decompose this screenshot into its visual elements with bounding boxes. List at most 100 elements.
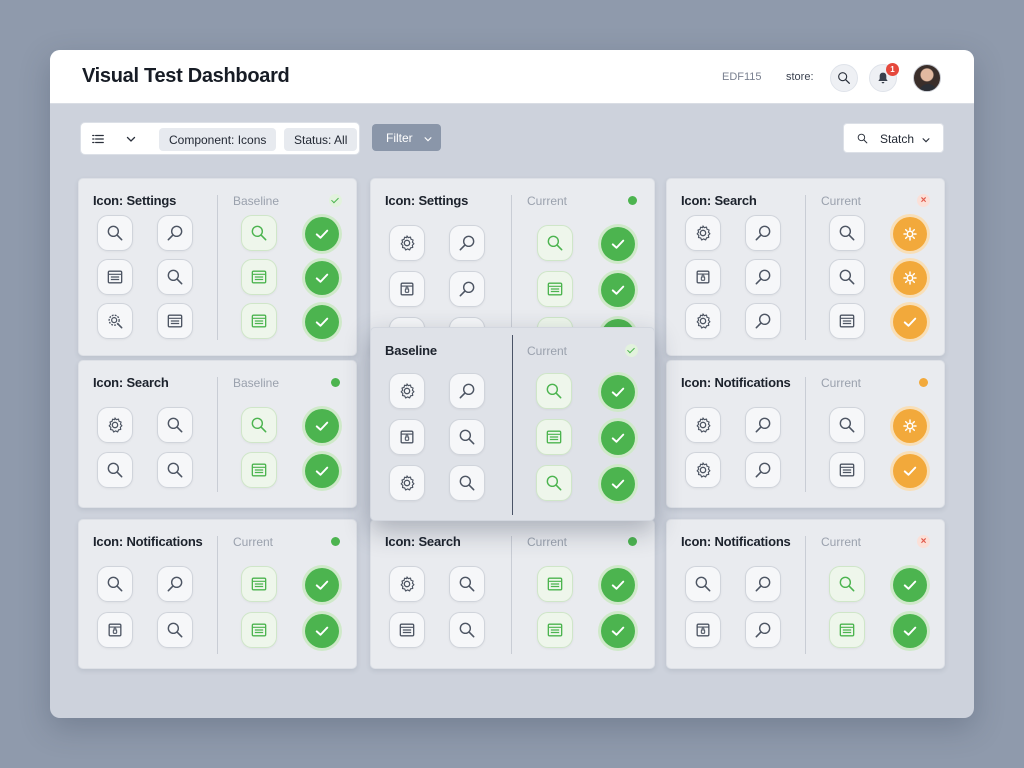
gear-search-icon[interactable] <box>97 303 133 339</box>
check-icon <box>305 261 339 295</box>
search-icon[interactable] <box>745 303 781 339</box>
comparison-card[interactable]: Icon: Search Baseline <box>78 360 357 508</box>
search-icon[interactable] <box>157 259 193 295</box>
search-icon[interactable] <box>97 215 133 251</box>
search-icon[interactable] <box>829 259 865 295</box>
search-icon[interactable] <box>829 215 865 251</box>
search-icon[interactable] <box>745 452 781 488</box>
window-icon[interactable] <box>829 303 865 339</box>
search-icon[interactable] <box>449 373 485 409</box>
component-filter-chip[interactable]: Component: Icons <box>159 128 277 151</box>
search-icon[interactable] <box>449 566 485 602</box>
lock-window-icon[interactable] <box>97 612 133 648</box>
comparison-card[interactable]: Icon: Settings Baseline <box>78 178 357 356</box>
search-icon[interactable] <box>829 407 865 443</box>
list-view-icon[interactable] <box>91 132 105 146</box>
avatar[interactable] <box>913 64 941 92</box>
notifications-button[interactable]: 1 <box>869 63 899 92</box>
card-title: Icon: Notifications <box>681 375 791 390</box>
search-icon[interactable] <box>536 465 572 501</box>
window-icon[interactable] <box>537 612 573 648</box>
comparison-detail-modal[interactable]: Baseline Current <box>370 327 655 521</box>
search-icon[interactable] <box>157 215 193 251</box>
comparison-card[interactable]: Icon: Notifications Current <box>78 519 357 669</box>
lock-window-icon[interactable] <box>685 259 721 295</box>
chevron-down-icon[interactable] <box>125 133 137 145</box>
window-icon[interactable] <box>537 271 573 307</box>
compare-label: Current <box>527 344 568 358</box>
divider <box>511 536 512 654</box>
check-icon <box>305 217 339 251</box>
search-icon[interactable] <box>745 215 781 251</box>
filter-toolbar: Component: Icons Status: All <box>80 122 360 155</box>
gear-icon[interactable] <box>389 373 425 409</box>
gear-icon[interactable] <box>685 215 721 251</box>
check-icon <box>893 614 927 648</box>
chevron-down-icon <box>424 137 432 142</box>
gear-icon[interactable] <box>685 452 721 488</box>
search-icon[interactable] <box>685 566 721 602</box>
window-icon[interactable] <box>829 612 865 648</box>
filter-button[interactable]: Filter <box>372 124 441 151</box>
search-icon[interactable] <box>449 225 485 261</box>
app-window: Visual Test Dashboard EDF115 store: 1 Co… <box>50 50 974 718</box>
header-search-button[interactable] <box>830 64 858 92</box>
search-icon[interactable] <box>537 225 573 261</box>
search-icon[interactable] <box>97 452 133 488</box>
window-icon[interactable] <box>389 612 425 648</box>
warning-sun-icon <box>893 409 927 443</box>
search-icon[interactable] <box>449 612 485 648</box>
search-icon[interactable] <box>745 612 781 648</box>
build-code: EDF115 <box>722 71 762 83</box>
window-icon[interactable] <box>536 419 572 455</box>
lock-window-icon[interactable] <box>685 612 721 648</box>
lock-window-icon[interactable] <box>389 419 425 455</box>
search-icon[interactable] <box>829 566 865 602</box>
gear-icon[interactable] <box>685 303 721 339</box>
search-icon[interactable] <box>745 566 781 602</box>
gear-icon[interactable] <box>389 465 425 501</box>
comparison-card[interactable]: Icon: Search Current <box>370 519 655 669</box>
lock-window-icon[interactable] <box>389 271 425 307</box>
search-dropdown[interactable]: Statch <box>843 123 944 153</box>
comparison-card[interactable]: Icon: Search Current × <box>666 178 945 356</box>
window-icon[interactable] <box>241 303 277 339</box>
search-icon[interactable] <box>157 612 193 648</box>
store-label: store: <box>786 71 814 83</box>
search-icon[interactable] <box>449 465 485 501</box>
search-icon[interactable] <box>157 566 193 602</box>
search-icon[interactable] <box>157 452 193 488</box>
card-title: Icon: Search <box>385 534 461 549</box>
search-icon[interactable] <box>241 215 277 251</box>
card-title: Icon: Settings <box>385 193 469 208</box>
gear-icon[interactable] <box>389 225 425 261</box>
search-icon[interactable] <box>97 566 133 602</box>
gear-icon[interactable] <box>389 566 425 602</box>
search-icon[interactable] <box>745 407 781 443</box>
search-icon[interactable] <box>449 271 485 307</box>
window-icon[interactable] <box>157 303 193 339</box>
window-icon[interactable] <box>97 259 133 295</box>
window-icon[interactable] <box>829 452 865 488</box>
window-icon[interactable] <box>537 566 573 602</box>
check-icon <box>601 467 635 501</box>
status-dot <box>331 378 340 387</box>
gear-icon[interactable] <box>97 407 133 443</box>
comparison-card[interactable]: Icon: Notifications Current <box>666 360 945 508</box>
gear-icon[interactable] <box>685 407 721 443</box>
compare-label: Current <box>821 535 862 549</box>
window-icon[interactable] <box>241 612 277 648</box>
search-icon[interactable] <box>157 407 193 443</box>
window-icon[interactable] <box>241 452 277 488</box>
window-icon[interactable] <box>241 259 277 295</box>
check-icon <box>601 568 635 602</box>
comparison-card[interactable]: Icon: Notifications Current × <box>666 519 945 669</box>
search-icon[interactable] <box>449 419 485 455</box>
search-icon[interactable] <box>745 259 781 295</box>
compare-label: Current <box>527 535 568 549</box>
search-icon[interactable] <box>241 407 277 443</box>
status-filter-chip[interactable]: Status: All <box>284 128 358 151</box>
window-icon[interactable] <box>241 566 277 602</box>
check-icon <box>305 305 339 339</box>
search-icon[interactable] <box>536 373 572 409</box>
